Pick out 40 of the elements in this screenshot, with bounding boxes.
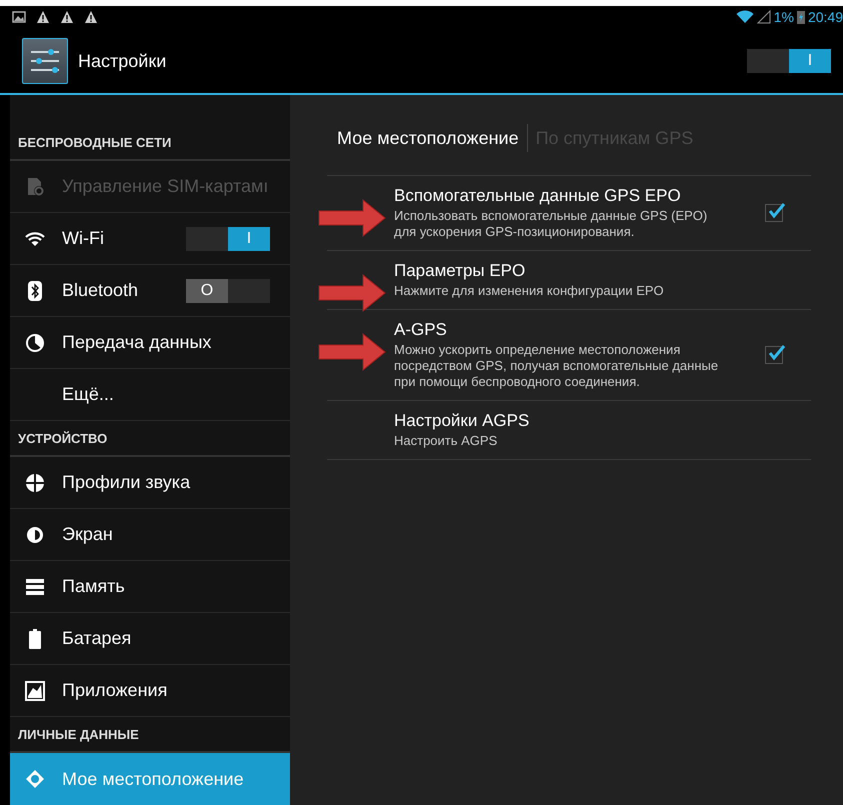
signal-icon (756, 10, 771, 24)
apps-icon (25, 680, 45, 700)
breadcrumb-item[interactable]: Мое местоположение (337, 128, 519, 148)
bluetooth-icon (28, 280, 42, 300)
sidebar-item[interactable]: Wi-Fi I (10, 213, 290, 265)
location-icon (25, 769, 45, 789)
sidebar-item[interactable]: Bluetooth O (10, 265, 290, 317)
settings-icon[interactable] (22, 38, 68, 84)
battery-icon (796, 10, 805, 24)
preference-summary: Настроить AGPS (394, 433, 498, 449)
checkbox[interactable] (765, 204, 783, 222)
preference-title: Параметры EPO (394, 261, 526, 281)
sidebar-item[interactable]: Память (10, 561, 290, 613)
clock: 20:49 (808, 9, 843, 26)
image-icon (12, 10, 26, 24)
wifi-icon (25, 230, 45, 246)
wifi-icon (736, 10, 754, 24)
preference-title: Вспомогательные данные GPS EPO (394, 186, 682, 206)
battery-icon (29, 628, 41, 648)
warning-icon (36, 10, 50, 24)
preference-summary: Можно ускорить определение местоположения посредством GPS, получая вспомогательные данные при помощи беспроводного соединения. (394, 342, 720, 390)
sidebar-item[interactable]: Приложения (10, 665, 290, 717)
sim-card-icon (25, 176, 45, 196)
storage-icon (25, 578, 45, 596)
sidebar-item[interactable]: Экран (10, 509, 290, 561)
preference-summary: Нажмите для изменения конфигурации EPO (394, 283, 665, 299)
warning-icon (60, 10, 74, 24)
data-usage-icon (25, 332, 45, 352)
screen-title: Настройки (78, 50, 166, 72)
warning-icon (84, 10, 98, 24)
toggle-switch[interactable]: O (186, 278, 270, 302)
brightness-icon (25, 524, 45, 544)
battery-percent: 1% (774, 9, 794, 26)
preference-summary: Использовать вспомогательные данные GPS (EPO) для ускорения GPS-позиционирования. (394, 208, 708, 240)
checkbox[interactable] (765, 346, 783, 364)
sidebar-item[interactable]: Профили звука (10, 457, 290, 509)
preference-title: Настройки AGPS (394, 411, 530, 431)
sidebar-item[interactable]: Батарея (10, 613, 290, 665)
preference-title: A-GPS (394, 320, 448, 340)
crosshair-circle-icon (25, 472, 45, 492)
